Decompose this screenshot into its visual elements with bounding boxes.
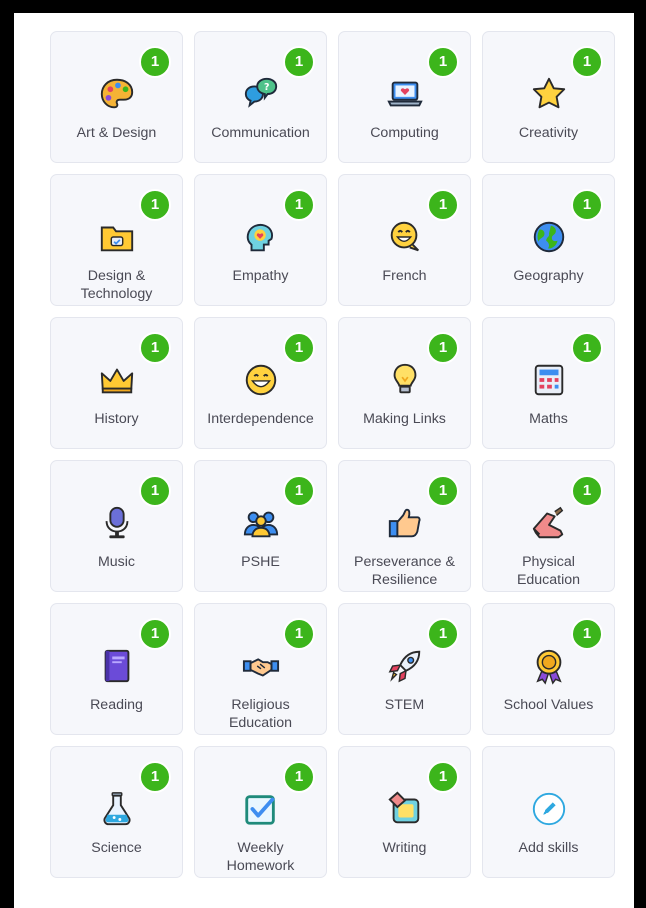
skill-tile-history[interactable]: 1 History — [50, 317, 183, 449]
rocket-icon — [385, 646, 425, 686]
skill-label: PSHE — [241, 554, 280, 570]
skill-label: Writing — [382, 840, 427, 856]
skill-label: Religious Education — [228, 697, 293, 731]
handshake-icon — [241, 646, 281, 686]
skill-tile-computing[interactable]: 1 Computing — [338, 31, 471, 163]
checkbox-icon — [241, 789, 281, 829]
skill-label: Making Links — [363, 411, 446, 427]
skill-tile-religious-education[interactable]: 1 Religious Education — [194, 603, 327, 735]
smiley-face-icon — [241, 360, 281, 400]
count-badge: 1 — [283, 618, 315, 650]
skill-tile-french[interactable]: 1 French — [338, 174, 471, 306]
skill-label: History — [94, 411, 139, 427]
head-heart-icon — [241, 217, 281, 257]
count-badge: 1 — [283, 46, 315, 78]
skill-label: Maths — [529, 411, 568, 427]
skill-label: Communication — [211, 125, 310, 141]
skill-tile-creativity[interactable]: 1 Creativity — [482, 31, 615, 163]
skill-tile-science[interactable]: 1 Science — [50, 746, 183, 878]
speech-bubbles-icon: ? — [241, 74, 281, 114]
skill-tile-empathy[interactable]: 1 Empathy — [194, 174, 327, 306]
svg-text:?: ? — [263, 82, 269, 93]
count-badge: 1 — [283, 332, 315, 364]
skill-label: Reading — [90, 697, 143, 713]
skill-tile-maths[interactable]: 1 Maths — [482, 317, 615, 449]
count-badge: 1 — [139, 761, 171, 793]
skill-label: Science — [91, 840, 142, 856]
skill-label: Physical Education — [516, 554, 581, 588]
skill-label: Interdependence — [207, 411, 314, 427]
count-badge: 1 — [427, 618, 459, 650]
microphone-icon — [97, 503, 137, 543]
laptop-icon — [385, 74, 425, 114]
skill-label: Art & Design — [76, 125, 157, 141]
skill-tile-making-links[interactable]: 1 Making Links — [338, 317, 471, 449]
skills-grid: 1 Art & Design? 1 Communication 1 Computing 1 C… — [50, 31, 615, 878]
skill-label: Creativity — [518, 125, 579, 141]
count-badge: 1 — [427, 475, 459, 507]
skill-tile-writing[interactable]: 1 Writing — [338, 746, 471, 878]
lightbulb-icon — [385, 360, 425, 400]
skill-label: School Values — [503, 697, 594, 713]
count-badge: 1 — [571, 618, 603, 650]
globe-icon — [529, 217, 569, 257]
folder-icon — [97, 217, 137, 257]
smiley-speech-icon — [385, 217, 425, 257]
skill-tile-weekly-homework[interactable]: 1 Weekly Homework — [194, 746, 327, 878]
star-icon — [529, 74, 569, 114]
skill-tile-geography[interactable]: 1 Geography — [482, 174, 615, 306]
sneaker-icon — [529, 503, 569, 543]
skill-label: Computing — [370, 125, 439, 141]
eraser-icon — [385, 789, 425, 829]
skill-label: French — [382, 268, 427, 284]
count-badge: 1 — [139, 618, 171, 650]
skill-tile-pshe[interactable]: 1 PSHE — [194, 460, 327, 592]
count-badge: 1 — [139, 189, 171, 221]
book-icon — [97, 646, 137, 686]
add-skills-button[interactable]: Add skills — [482, 746, 615, 878]
count-badge: 1 — [427, 332, 459, 364]
count-badge: 1 — [571, 46, 603, 78]
count-badge: 1 — [139, 332, 171, 364]
count-badge: 1 — [427, 189, 459, 221]
skill-tile-communication[interactable]: ? 1 Communication — [194, 31, 327, 163]
skill-tile-reading[interactable]: 1 Reading — [50, 603, 183, 735]
award-ribbon-icon — [529, 646, 569, 686]
skill-label: STEM — [384, 697, 425, 713]
skill-tile-stem[interactable]: 1 STEM — [338, 603, 471, 735]
count-badge: 1 — [427, 761, 459, 793]
count-badge: 1 — [139, 46, 171, 78]
count-badge: 1 — [571, 189, 603, 221]
calculator-icon — [529, 360, 569, 400]
skill-label: Empathy — [232, 268, 289, 284]
count-badge: 1 — [571, 475, 603, 507]
skill-tile-art-design[interactable]: 1 Art & Design — [50, 31, 183, 163]
count-badge: 1 — [427, 46, 459, 78]
count-badge: 1 — [139, 475, 171, 507]
flask-icon — [97, 789, 137, 829]
skill-label: Perseverance & Resilience — [354, 554, 455, 588]
count-badge: 1 — [571, 332, 603, 364]
skill-label: Design & Technology — [80, 268, 153, 302]
people-icon — [241, 503, 281, 543]
count-badge: 1 — [283, 189, 315, 221]
skill-tile-school-values[interactable]: 1 School Values — [482, 603, 615, 735]
pencil-circle-icon — [529, 789, 569, 829]
skill-label: Add skills — [518, 840, 579, 856]
crown-icon — [97, 360, 137, 400]
thumbs-up-icon — [385, 503, 425, 543]
skill-tile-physical-education[interactable]: 1 Physical Education — [482, 460, 615, 592]
skill-tile-music[interactable]: 1 Music — [50, 460, 183, 592]
skill-tile-interdependence[interactable]: 1 Interdependence — [194, 317, 327, 449]
count-badge: 1 — [283, 475, 315, 507]
skill-label: Geography — [513, 268, 584, 284]
skill-tile-design-technology[interactable]: 1 Design & Technology — [50, 174, 183, 306]
skill-tile-perseverance-resilience[interactable]: 1 Perseverance & Resilience — [338, 460, 471, 592]
palette-icon — [97, 74, 137, 114]
skill-label: Music — [97, 554, 136, 570]
count-badge: 1 — [283, 761, 315, 793]
skill-label: Weekly Homework — [226, 840, 295, 874]
